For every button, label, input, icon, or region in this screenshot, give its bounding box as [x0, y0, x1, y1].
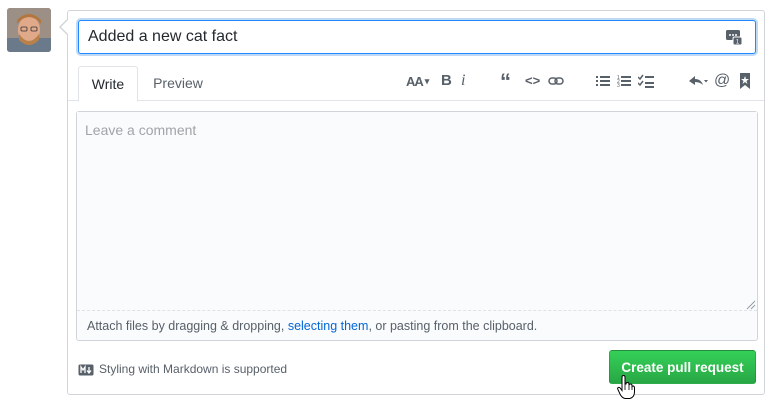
attach-suffix-text: , or pasting from the clipboard.: [368, 319, 538, 333]
markdown-supported-note[interactable]: Styling with Markdown is supported: [99, 362, 287, 376]
unordered-list-icon[interactable]: [596, 72, 610, 90]
resize-grip-icon[interactable]: [746, 297, 756, 310]
tab-write[interactable]: Write: [78, 66, 138, 102]
quote-icon[interactable]: “: [500, 70, 511, 94]
pull-request-title-input[interactable]: [78, 20, 756, 54]
bookmark-icon[interactable]: [739, 72, 751, 90]
comment-textarea[interactable]: [77, 112, 757, 310]
attach-files-bar[interactable]: Attach files by dragging & dropping, sel…: [77, 310, 757, 340]
header-icon[interactable]: AA ▾: [406, 72, 429, 90]
reply-icon[interactable]: [688, 72, 708, 90]
bold-icon[interactable]: B: [441, 72, 452, 90]
selecting-them-link[interactable]: selecting them: [288, 319, 369, 333]
attach-prefix-text: Attach files by dragging & dropping,: [87, 319, 288, 333]
hand-cursor-icon: [617, 374, 635, 399]
tab-preview[interactable]: Preview: [144, 66, 212, 102]
saved-replies-icon[interactable]: 1: [725, 28, 743, 46]
code-icon[interactable]: <>: [525, 72, 540, 90]
link-icon[interactable]: [548, 72, 564, 90]
panel-pointer-inner: [61, 20, 68, 34]
avatar[interactable]: [7, 8, 51, 52]
svg-text:3: 3: [617, 83, 620, 89]
ordered-list-icon[interactable]: 1 2 3: [617, 72, 631, 90]
italic-icon[interactable]: i: [461, 72, 465, 90]
mention-icon[interactable]: @: [714, 72, 730, 90]
task-list-icon[interactable]: [638, 72, 654, 90]
markdown-icon[interactable]: [78, 363, 94, 376]
